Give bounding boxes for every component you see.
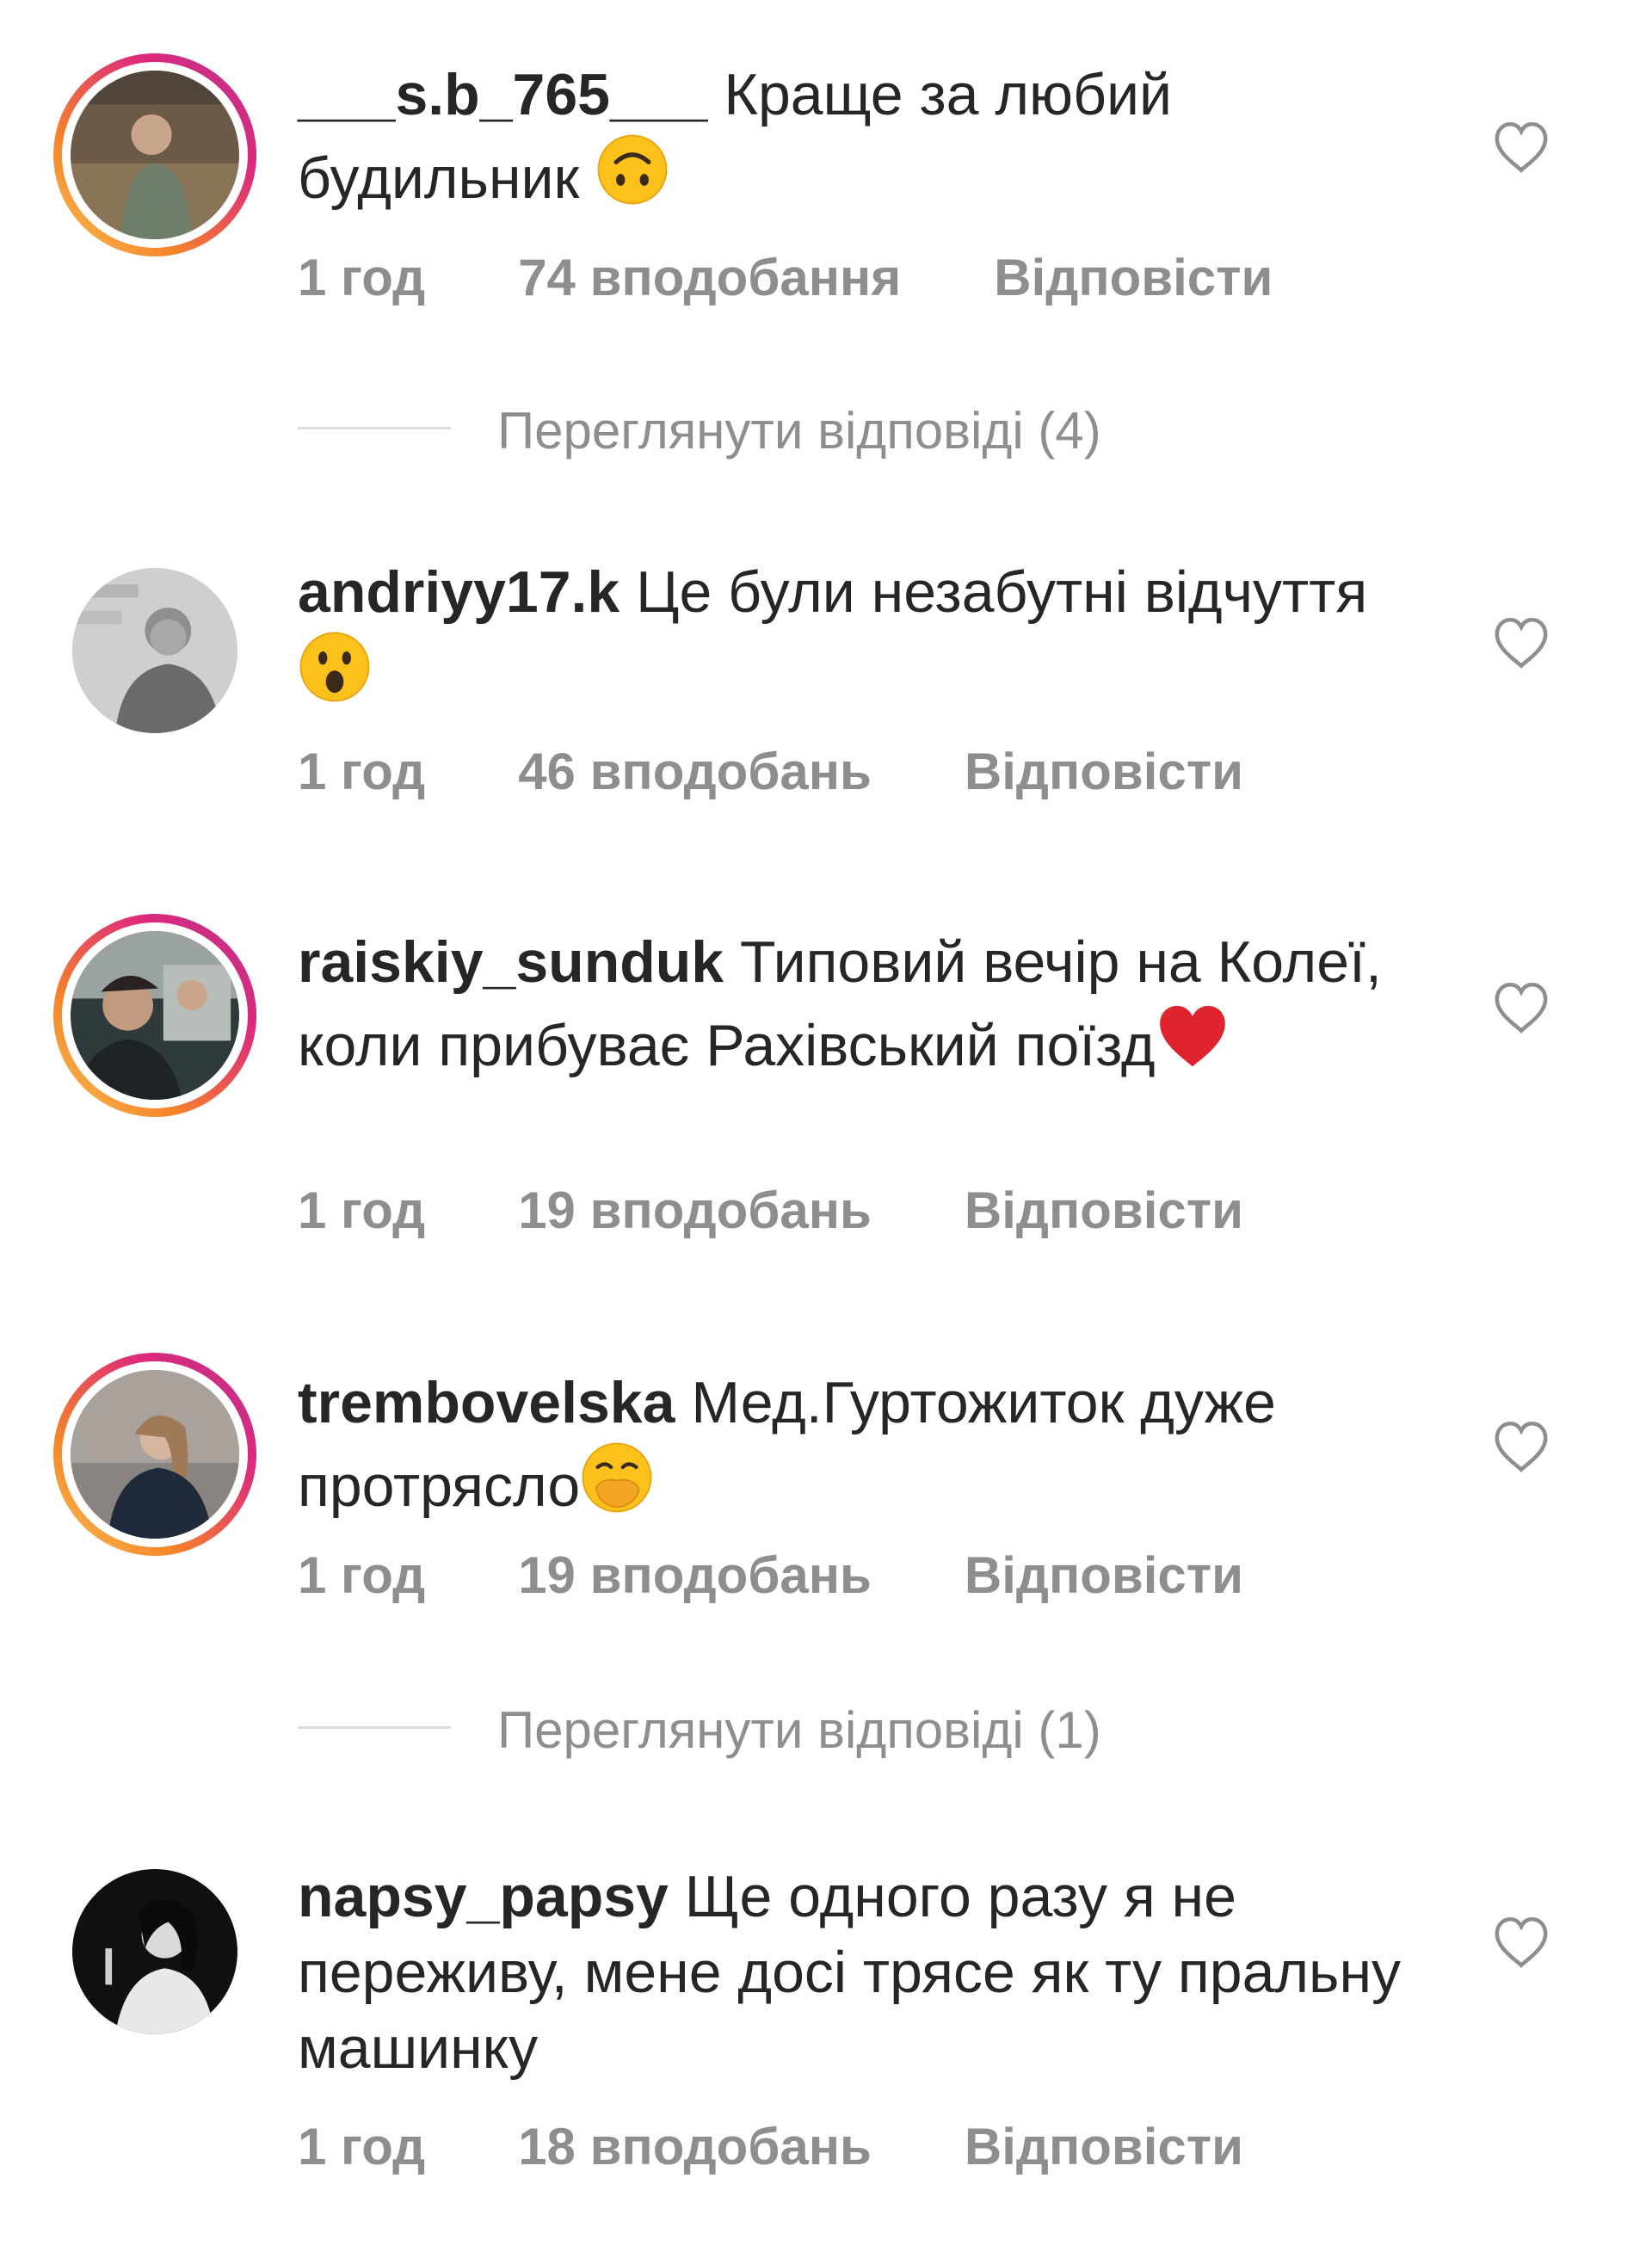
avatar[interactable] — [72, 1869, 237, 2034]
avatar-photo — [71, 71, 239, 239]
comment-likes[interactable]: 46 вподобань — [518, 742, 872, 801]
comment-text: trembovelska Мед.Гуртожиток дуже протряс… — [298, 1365, 1416, 1524]
red-heart-icon — [1159, 1005, 1225, 1067]
avatar[interactable] — [53, 53, 256, 256]
reply-button[interactable]: Відповісти — [994, 248, 1273, 307]
comment-username[interactable]: ___s.b_765___ — [298, 62, 707, 127]
upside-down-face-icon — [597, 134, 668, 205]
view-replies-button[interactable]: Переглянути відповіді (4) — [298, 401, 1101, 460]
comment-text: raiskiy_sunduk Типовий вечір на Колеї, к… — [298, 924, 1416, 1083]
comment-meta: 1 год 74 вподобання Відповісти — [298, 248, 1273, 307]
comment-time: 1 год — [298, 743, 426, 800]
view-replies-button[interactable]: Переглянути відповіді (1) — [298, 1700, 1101, 1760]
like-heart-icon[interactable] — [1492, 120, 1550, 174]
comment-username[interactable]: napsy_papsy — [298, 1864, 669, 1929]
avatar-photo — [71, 1370, 239, 1539]
comment-meta: 1 год 18 вподобань Відповісти — [298, 2117, 1243, 2176]
view-replies-label[interactable]: Переглянути відповіді (1) — [497, 1701, 1101, 1759]
like-heart-icon[interactable] — [1492, 1916, 1550, 1969]
avatar-photo — [71, 931, 239, 1100]
comment-likes[interactable]: 19 вподобань — [518, 1546, 872, 1605]
comment-meta: 1 год 46 вподобань Відповісти — [298, 742, 1243, 801]
avatar-photo — [72, 568, 237, 733]
comment-likes[interactable]: 74 вподобання — [518, 248, 901, 307]
comment-body: Це були незабутні відчуття — [636, 559, 1368, 625]
face-with-hand-over-mouth-icon — [582, 1442, 652, 1513]
comment-username[interactable]: raiskiy_sunduk — [298, 929, 724, 995]
like-heart-icon[interactable] — [1492, 616, 1550, 669]
comment-meta: 1 год 19 вподобань Відповісти — [298, 1181, 1243, 1240]
comment-username[interactable]: trembovelska — [298, 1370, 675, 1435]
avatar[interactable] — [53, 1353, 256, 1556]
avatar[interactable] — [72, 568, 237, 733]
like-heart-icon[interactable] — [1492, 1420, 1550, 1473]
comment-time: 1 год — [298, 249, 426, 306]
avatar-photo — [72, 1869, 237, 2034]
comment-meta: 1 год 19 вподобань Відповісти — [298, 1546, 1243, 1605]
comment-time: 1 год — [298, 1182, 426, 1239]
comment-text: napsy_papsy Ще одного разу я не переживу… — [298, 1859, 1416, 2086]
avatar[interactable] — [53, 914, 256, 1117]
reply-button[interactable]: Відповісти — [965, 2117, 1243, 2176]
replies-divider — [298, 426, 451, 429]
comment-likes[interactable]: 19 вподобань — [518, 1181, 872, 1240]
comment-text: andriyy17.k Це були незабутні відчуття — [298, 554, 1416, 713]
reply-button[interactable]: Відповісти — [965, 1546, 1243, 1605]
comment-text: ___s.b_765___ Краще за любий будильник — [298, 57, 1416, 216]
like-heart-icon[interactable] — [1492, 981, 1550, 1034]
comment-time: 1 год — [298, 1546, 426, 1604]
comment-username[interactable]: andriyy17.k — [298, 559, 620, 625]
reply-button[interactable]: Відповісти — [965, 1181, 1243, 1240]
view-replies-label[interactable]: Переглянути відповіді (4) — [497, 402, 1101, 460]
astonished-face-icon — [299, 632, 370, 702]
comment-time: 1 год — [298, 2118, 426, 2175]
reply-button[interactable]: Відповісти — [965, 742, 1243, 801]
comment-likes[interactable]: 18 вподобань — [518, 2117, 872, 2176]
replies-divider — [298, 1725, 451, 1729]
